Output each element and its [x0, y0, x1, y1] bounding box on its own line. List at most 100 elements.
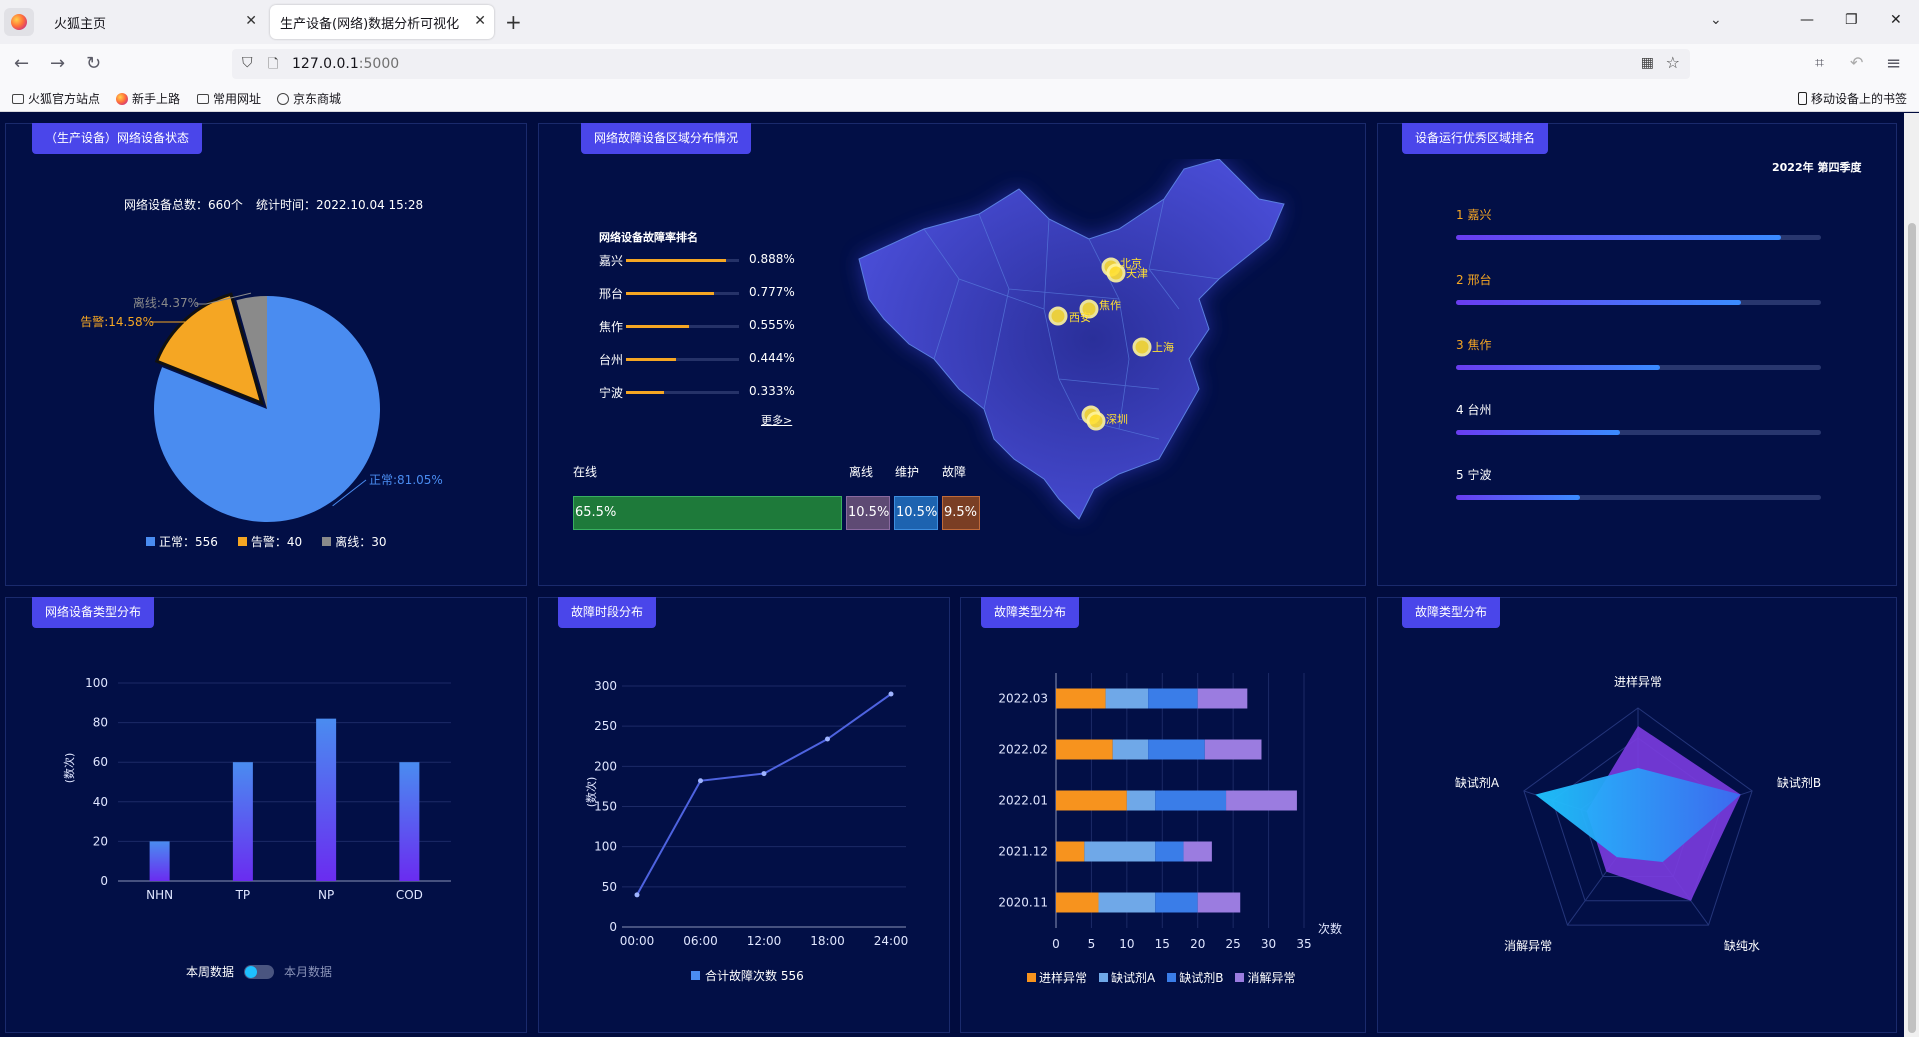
ranking-track [1456, 430, 1821, 435]
bar [149, 841, 170, 881]
pie-label: 告警:14.58% [80, 314, 154, 329]
legend-item[interactable]: 正常：556 [146, 533, 218, 550]
pie-legend: 正常：556 告警：40 离线：30 [146, 533, 386, 550]
legend-item[interactable]: 消解异常 [1235, 969, 1295, 986]
rank-row: 焦作 0.555% [599, 316, 809, 336]
marker-shanghai[interactable] [1132, 337, 1152, 357]
close-window-button[interactable]: ✕ [1890, 12, 1902, 28]
shield-icon[interactable]: ⛉ [242, 55, 253, 71]
menu-icon[interactable]: ≡ [1886, 53, 1901, 74]
ranking-label: 1 嘉兴 [1456, 208, 1492, 222]
legend-item[interactable]: 离线：30 [322, 533, 386, 550]
rank-value: 0.444% [749, 351, 795, 365]
radar-axis-label: 缺试剂A [1455, 775, 1500, 790]
rank-track [626, 325, 739, 328]
y-tick-label: 0 [100, 874, 108, 888]
toggle-label-month[interactable]: 本月数据 [284, 963, 332, 980]
minimize-button[interactable]: — [1800, 12, 1814, 28]
x-tick-label: 00:00 [620, 934, 655, 948]
bar [232, 762, 253, 881]
ranking-bar [1456, 495, 1581, 500]
ranking-track [1456, 300, 1821, 305]
chevron-down-icon[interactable]: ⌄ [1710, 12, 1722, 28]
panel-fault-type-bars: 故障类型分布 0 5 10 15 20 25 30 35 次数 2022.03 2022.02 202… [960, 597, 1366, 1033]
rank-track [626, 292, 739, 295]
tab-bar: 火狐主页 ✕ 生产设备(网络)数据分析可视化系统 ✕ + ⌄ — ❐ ✕ [0, 0, 1919, 44]
restore-button[interactable]: ❐ [1845, 12, 1858, 28]
close-icon[interactable]: ✕ [245, 13, 257, 29]
x-tick-label: 20 [1190, 937, 1205, 951]
toggle-label-week[interactable]: 本周数据 [186, 963, 234, 980]
forward-icon[interactable]: → [50, 53, 65, 74]
ranking-bar [1456, 365, 1661, 370]
bookmark-common-sites[interactable]: 常用网址 [197, 90, 261, 107]
tab-label: 生产设备(网络)数据分析可视化系统 [280, 16, 460, 32]
y-tick-label: 2021.12 [998, 845, 1048, 859]
data-point [825, 736, 830, 742]
tab-dashboard[interactable]: 生产设备(网络)数据分析可视化系统 ✕ [270, 5, 494, 39]
x-tick-label: 0 [1052, 937, 1060, 951]
legend-item[interactable]: 告警：40 [237, 533, 302, 550]
bar-segment [1056, 841, 1085, 862]
ranking-label: 4 台州 [1456, 403, 1492, 417]
bar [399, 762, 420, 881]
rank-city: 邢台 [599, 287, 624, 301]
url-bar[interactable]: ⛉ 🗋 127.0.0.1:5000 ▦ ☆ [232, 49, 1690, 79]
radar-axis-label: 缺试剂B [1777, 775, 1821, 790]
bookmark-getting-started[interactable]: 新手上路 [116, 90, 180, 107]
firefox-view-button[interactable] [4, 8, 34, 36]
tab-label: 火狐主页 [54, 16, 107, 32]
x-tick-label: COD [396, 888, 423, 902]
y-tick-label: 50 [602, 880, 617, 894]
url-text: 127.0.0.1:5000 [292, 56, 400, 72]
bookmark-jd[interactable]: 京东商城 [277, 90, 341, 107]
back-icon[interactable]: ← [14, 53, 29, 74]
bookmark-mobile[interactable]: 移动设备上的书签 [1798, 90, 1907, 107]
rank-track [626, 259, 739, 262]
marker-shenzhen-2[interactable] [1086, 411, 1106, 431]
line-legend[interactable]: 合计故障次数 556 [691, 967, 804, 984]
legend-label: 正常：556 [159, 535, 218, 549]
legend-item[interactable]: 缺试剂B [1167, 969, 1223, 986]
rank-row: 嘉兴 0.888% [599, 250, 809, 270]
page-icon[interactable]: 🗋 [268, 55, 278, 77]
rank-title: 网络设备故障率排名 [599, 231, 698, 244]
bar [316, 718, 337, 881]
map-city-label: 上海 [1152, 340, 1174, 354]
radar-axis-label: 缺纯水 [1724, 938, 1760, 953]
bookmark-label: 常用网址 [213, 92, 262, 106]
x-tick-label: 25 [1226, 937, 1241, 951]
x-tick-label: 5 [1088, 937, 1096, 951]
page-scrollbar[interactable] [1904, 113, 1919, 1037]
legend-label: 缺试剂B [1179, 971, 1224, 985]
bar-segment [1197, 892, 1241, 913]
marker-xian[interactable] [1048, 306, 1068, 326]
panel-fault-time: 故障时段分布 (数次) 0 50 100 150 200 250 300 00:00 06:00… [538, 597, 950, 1033]
ranking-track [1456, 495, 1821, 500]
ranking-item: 4 台州 [1456, 401, 1821, 446]
undo-icon[interactable]: ↶ [1850, 53, 1863, 72]
close-icon[interactable]: ✕ [474, 13, 486, 29]
legend-swatch [322, 537, 332, 546]
rank-city: 台州 [599, 353, 624, 367]
qr-code-icon[interactable]: ▦ [1641, 55, 1654, 71]
crop-icon[interactable]: ⌗ [1815, 53, 1824, 73]
legend-label: 进样异常 [1039, 971, 1088, 985]
status-online-bar: 65.5% [573, 496, 842, 530]
map-outline[interactable] [858, 159, 1285, 520]
legend-item[interactable]: 缺试剂A [1099, 969, 1155, 986]
legend-item[interactable]: 进样异常 [1027, 969, 1087, 986]
x-tick-label: 12:00 [747, 934, 782, 948]
scrollbar-thumb[interactable] [1908, 223, 1916, 1033]
rank-bar [626, 325, 689, 328]
star-icon[interactable]: ☆ [1666, 53, 1680, 72]
bookmark-firefox-site[interactable]: 火狐官方站点 [12, 90, 100, 107]
week-month-toggle[interactable] [244, 964, 275, 979]
new-tab-button[interactable]: + [505, 10, 522, 34]
tab-firefox-home[interactable]: 火狐主页 ✕ [40, 5, 265, 39]
panel-fault-type-radar: 故障类型分布 进样异常 缺试剂B 缺纯水 消解异常 缺试剂A [1377, 597, 1897, 1033]
x-tick-label: 24:00 [874, 934, 909, 948]
reload-icon[interactable]: ↻ [86, 53, 101, 74]
more-link[interactable]: 更多> [761, 412, 792, 428]
folder-icon [12, 93, 24, 104]
